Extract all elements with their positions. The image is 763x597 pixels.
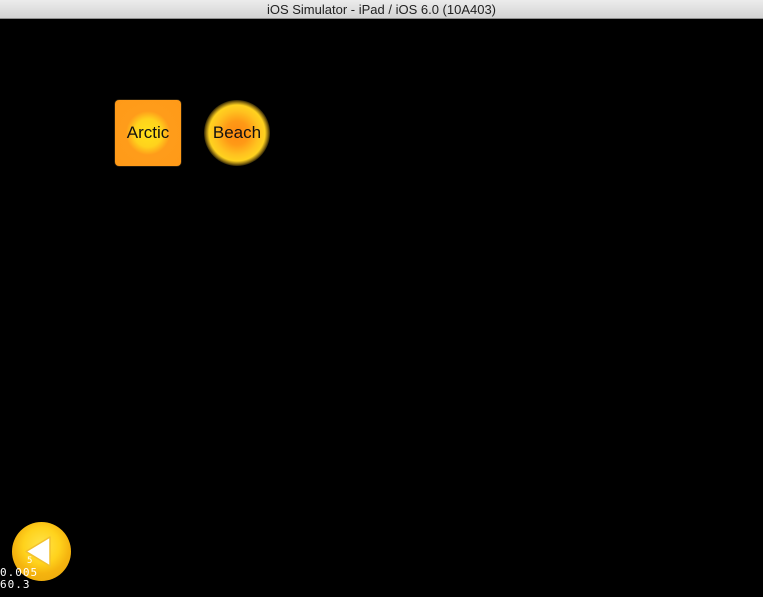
scene-button-beach-label: Beach [212,123,262,142]
simulator-screen: Arctic Beach 5 0.005 60.3 [0,19,763,597]
window-title: iOS Simulator - iPad / iOS 6.0 (10A403) [0,0,763,19]
scene-button-beach[interactable]: Beach [204,100,270,166]
simulator-window: iOS Simulator - iPad / iOS 6.0 (10A403) … [0,0,763,597]
scene-button-arctic[interactable]: Arctic [115,100,181,166]
scene-button-arctic-label: Arctic [126,123,170,142]
fps-counter: 60.3 [0,578,31,591]
debug-stats: 5 0.005 60.3 [0,556,38,591]
